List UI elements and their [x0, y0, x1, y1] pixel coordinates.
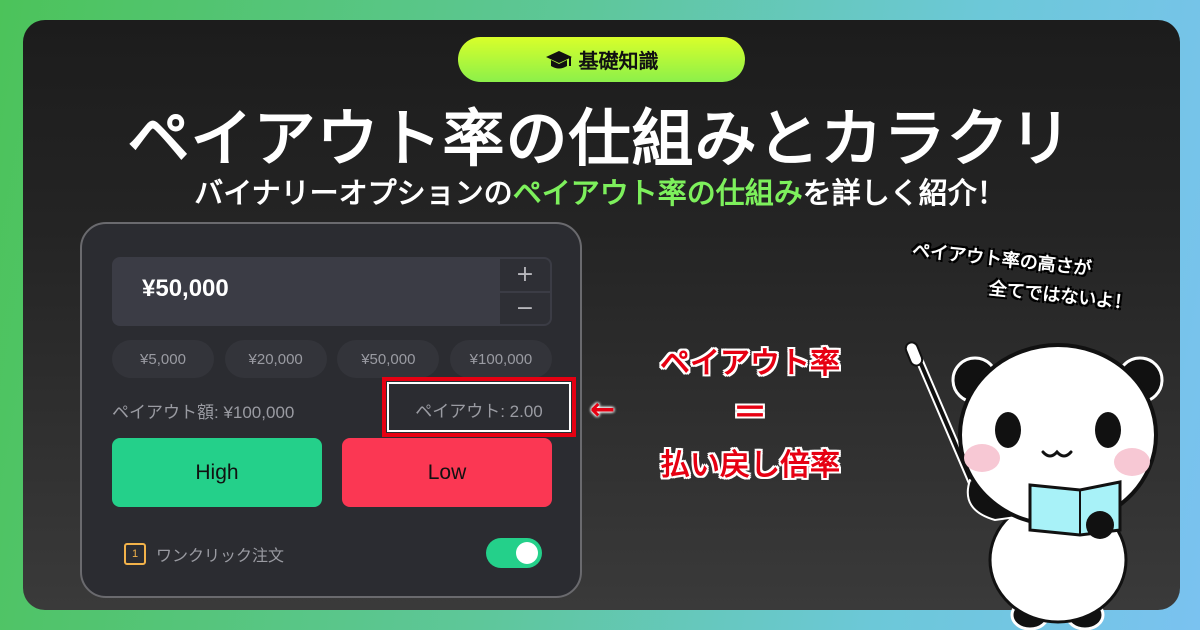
preset-button[interactable]: ¥50,000 [337, 340, 440, 378]
payout-rate: ペイアウト: 2.00 [415, 402, 543, 421]
callout-equals: ＝ [733, 393, 767, 433]
increment-button[interactable]: + [500, 259, 550, 291]
payout-rate-highlight: ペイアウト: 2.00 [382, 377, 576, 437]
high-button[interactable]: High [112, 438, 322, 507]
callout-payout-rate: ペイアウト率 [660, 346, 840, 381]
one-click-icon: 1 [124, 543, 146, 565]
subtitle-highlight: ペイアウト率の仕組み [512, 176, 803, 210]
badge-label: 基礎知識 [578, 49, 659, 73]
graduation-cap-icon [545, 50, 572, 68]
preset-amounts: ¥5,000 ¥20,000 ¥50,000 ¥100,000 [112, 340, 552, 378]
one-click-label: ワンクリック注文 [156, 546, 285, 565]
preset-button[interactable]: ¥5,000 [112, 340, 214, 378]
one-click-order: 1 ワンクリック注文 [124, 542, 284, 566]
subtitle-suffix: を詳しく紹介！ [802, 176, 1006, 210]
amount-input[interactable]: ¥50,000 + − [112, 257, 552, 326]
one-click-toggle[interactable] [486, 538, 542, 568]
preset-button[interactable]: ¥100,000 [449, 340, 552, 378]
low-button[interactable]: Low [342, 438, 552, 507]
preset-button[interactable]: ¥20,000 [224, 340, 327, 378]
page-title: ペイアウト率の仕組みとカラクリ [127, 102, 1073, 175]
callout-refund-multiplier: 払い戻し倍率 [660, 448, 840, 483]
amount-value[interactable]: ¥50,000 [142, 275, 229, 303]
panda-mascot [904, 341, 1164, 630]
amount-stepper: + − [500, 259, 550, 324]
subtitle-prefix: バイナリーオプションの [194, 176, 513, 210]
trade-widget: ¥50,000 + − ¥5,000 ¥20,000 ¥50,000 ¥100,… [80, 222, 582, 598]
decrement-button[interactable]: − [500, 292, 550, 324]
left-arrow-icon: ← [590, 392, 616, 427]
page-subtitle: バイナリーオプションのペイアウト率の仕組みを詳しく紹介！ [0, 170, 1200, 212]
payout-amount: ペイアウト額: ¥100,000 [112, 403, 295, 422]
category-badge: 基礎知識 [458, 37, 745, 82]
